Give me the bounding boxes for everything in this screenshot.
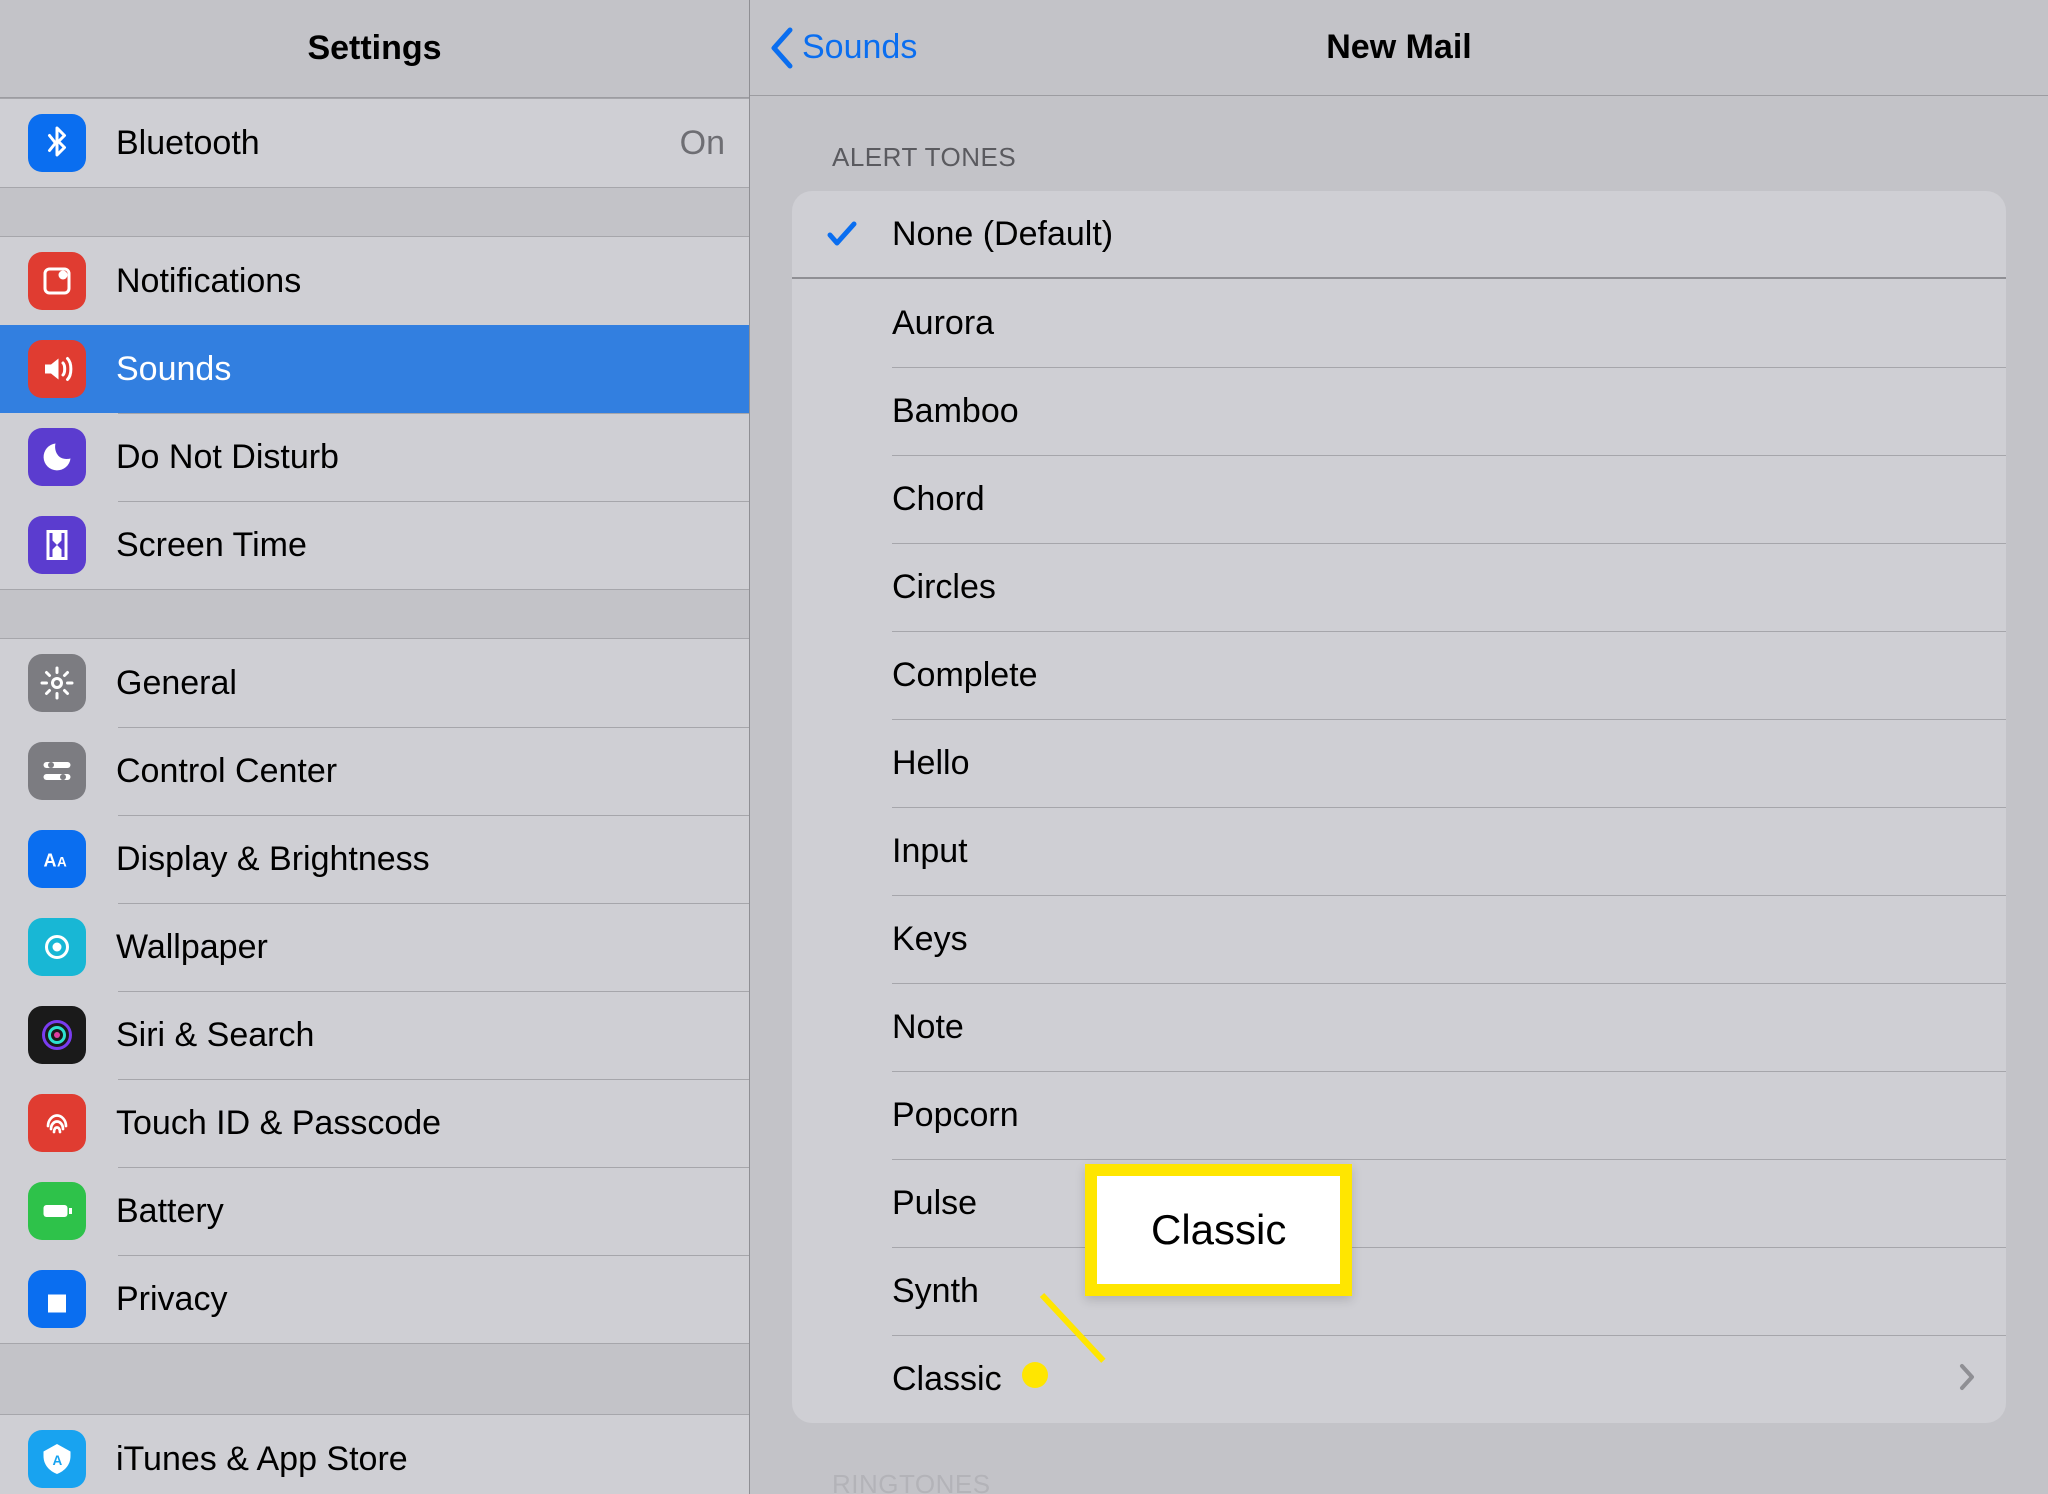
tone-item-input[interactable]: Input bbox=[792, 807, 2006, 895]
svg-text:A: A bbox=[53, 1453, 63, 1468]
tone-label: None (Default) bbox=[892, 215, 1976, 254]
back-label: Sounds bbox=[802, 28, 917, 67]
back-button[interactable]: Sounds bbox=[768, 0, 917, 95]
tone-item-note[interactable]: Note bbox=[792, 983, 2006, 1071]
sidebar-item-label: Display & Brightness bbox=[116, 840, 725, 879]
sidebar-item-label: Screen Time bbox=[116, 526, 725, 565]
svg-text:A: A bbox=[57, 855, 67, 870]
tone-label: Keys bbox=[892, 920, 1976, 959]
sidebar-item-controlcenter[interactable]: Control Center bbox=[0, 727, 749, 815]
siri-icon bbox=[28, 1006, 86, 1064]
detail-title: New Mail bbox=[1326, 28, 1471, 67]
sidebar-item-label: General bbox=[116, 664, 725, 703]
privacy-icon bbox=[28, 1270, 86, 1328]
sidebar-item-screentime[interactable]: Screen Time bbox=[0, 501, 749, 589]
checkmark-slot bbox=[792, 217, 892, 251]
sidebar-item-label: Control Center bbox=[116, 752, 725, 791]
sidebar-item-wallpaper[interactable]: Wallpaper bbox=[0, 903, 749, 991]
tone-item-bamboo[interactable]: Bamboo bbox=[792, 367, 2006, 455]
alert-tones-list: None (Default) Aurora Bamboo Chord Circles Co… bbox=[792, 191, 2006, 1423]
touchid-icon bbox=[28, 1094, 86, 1152]
sidebar-item-privacy[interactable]: Privacy bbox=[0, 1255, 749, 1343]
detail-header: Sounds New Mail bbox=[750, 0, 2048, 96]
tone-item-pulse[interactable]: Pulse bbox=[792, 1159, 2006, 1247]
tone-item-none-default[interactable]: None (Default) bbox=[792, 191, 2006, 279]
sidebar-item-label: Touch ID & Passcode bbox=[116, 1104, 725, 1143]
section-header-ringtones: RINGTONES bbox=[792, 1423, 2006, 1494]
tone-item-hello[interactable]: Hello bbox=[792, 719, 2006, 807]
sidebar-item-label: Bluetooth bbox=[116, 124, 680, 163]
tone-label: Popcorn bbox=[892, 1096, 1976, 1135]
tone-item-classic[interactable]: Classic bbox=[792, 1335, 2006, 1423]
sounds-icon bbox=[28, 340, 86, 398]
general-icon bbox=[28, 654, 86, 712]
sidebar-item-battery[interactable]: Battery bbox=[0, 1167, 749, 1255]
sidebar-item-general[interactable]: General bbox=[0, 639, 749, 727]
bluetooth-icon bbox=[28, 114, 86, 172]
tone-item-popcorn[interactable]: Popcorn bbox=[792, 1071, 2006, 1159]
tone-item-synth[interactable]: Synth bbox=[792, 1247, 2006, 1335]
sidebar-item-value: On bbox=[680, 124, 725, 163]
sidebar-item-label: iTunes & App Store bbox=[116, 1440, 725, 1479]
settings-sidebar: Settings BluetoothOn Notifications Sounds D… bbox=[0, 0, 750, 1494]
tone-item-chord[interactable]: Chord bbox=[792, 455, 2006, 543]
sidebar-item-notifications[interactable]: Notifications bbox=[0, 237, 749, 325]
tone-label: Input bbox=[892, 832, 1976, 871]
notifications-icon bbox=[28, 252, 86, 310]
checkmark-icon bbox=[825, 217, 859, 251]
sidebar-item-sounds[interactable]: Sounds bbox=[0, 325, 749, 413]
detail-pane: Sounds New Mail ALERT TONES None (Defaul… bbox=[750, 0, 2048, 1494]
itunes-icon: A bbox=[28, 1430, 86, 1488]
sidebar-item-touchid[interactable]: Touch ID & Passcode bbox=[0, 1079, 749, 1167]
dnd-icon bbox=[28, 428, 86, 486]
sidebar-item-label: Wallpaper bbox=[116, 928, 725, 967]
chevron-left-icon bbox=[768, 26, 796, 70]
sidebar-item-dnd[interactable]: Do Not Disturb bbox=[0, 413, 749, 501]
sidebar-item-label: Privacy bbox=[116, 1280, 725, 1319]
sidebar-item-itunes[interactable]: AiTunes & App Store bbox=[0, 1415, 749, 1494]
sidebar-header: Settings bbox=[0, 0, 749, 98]
tone-label: Note bbox=[892, 1008, 1976, 1047]
tone-label: Circles bbox=[892, 568, 1976, 607]
tone-label: Complete bbox=[892, 656, 1976, 695]
tone-label: Chord bbox=[892, 480, 1976, 519]
svg-text:A: A bbox=[44, 851, 57, 871]
controlcenter-icon bbox=[28, 742, 86, 800]
sidebar-item-label: Siri & Search bbox=[116, 1016, 725, 1055]
tone-label: Bamboo bbox=[892, 392, 1976, 431]
chevron-right-icon bbox=[1958, 1362, 1976, 1397]
tone-label: Hello bbox=[892, 744, 1976, 783]
tone-item-complete[interactable]: Complete bbox=[792, 631, 2006, 719]
callout-dot bbox=[1022, 1362, 1048, 1388]
section-header-alert-tones: ALERT TONES bbox=[792, 96, 2006, 191]
display-icon: AA bbox=[28, 830, 86, 888]
sidebar-item-label: Do Not Disturb bbox=[116, 438, 725, 477]
sidebar-item-label: Notifications bbox=[116, 262, 725, 301]
tone-label: Pulse bbox=[892, 1184, 1976, 1223]
sidebar-item-siri[interactable]: Siri & Search bbox=[0, 991, 749, 1079]
sidebar-item-display[interactable]: AA Display & Brightness bbox=[0, 815, 749, 903]
tone-item-circles[interactable]: Circles bbox=[792, 543, 2006, 631]
battery-icon bbox=[28, 1182, 86, 1240]
tone-label: Classic bbox=[892, 1360, 1958, 1399]
wallpaper-icon bbox=[28, 918, 86, 976]
sidebar-item-bluetooth[interactable]: BluetoothOn bbox=[0, 99, 749, 187]
tone-item-aurora[interactable]: Aurora bbox=[792, 279, 2006, 367]
sidebar-item-label: Sounds bbox=[116, 350, 725, 389]
screentime-icon bbox=[28, 516, 86, 574]
tone-label: Aurora bbox=[892, 304, 1976, 343]
tone-item-keys[interactable]: Keys bbox=[792, 895, 2006, 983]
sidebar-title: Settings bbox=[307, 29, 441, 68]
sidebar-item-label: Battery bbox=[116, 1192, 725, 1231]
